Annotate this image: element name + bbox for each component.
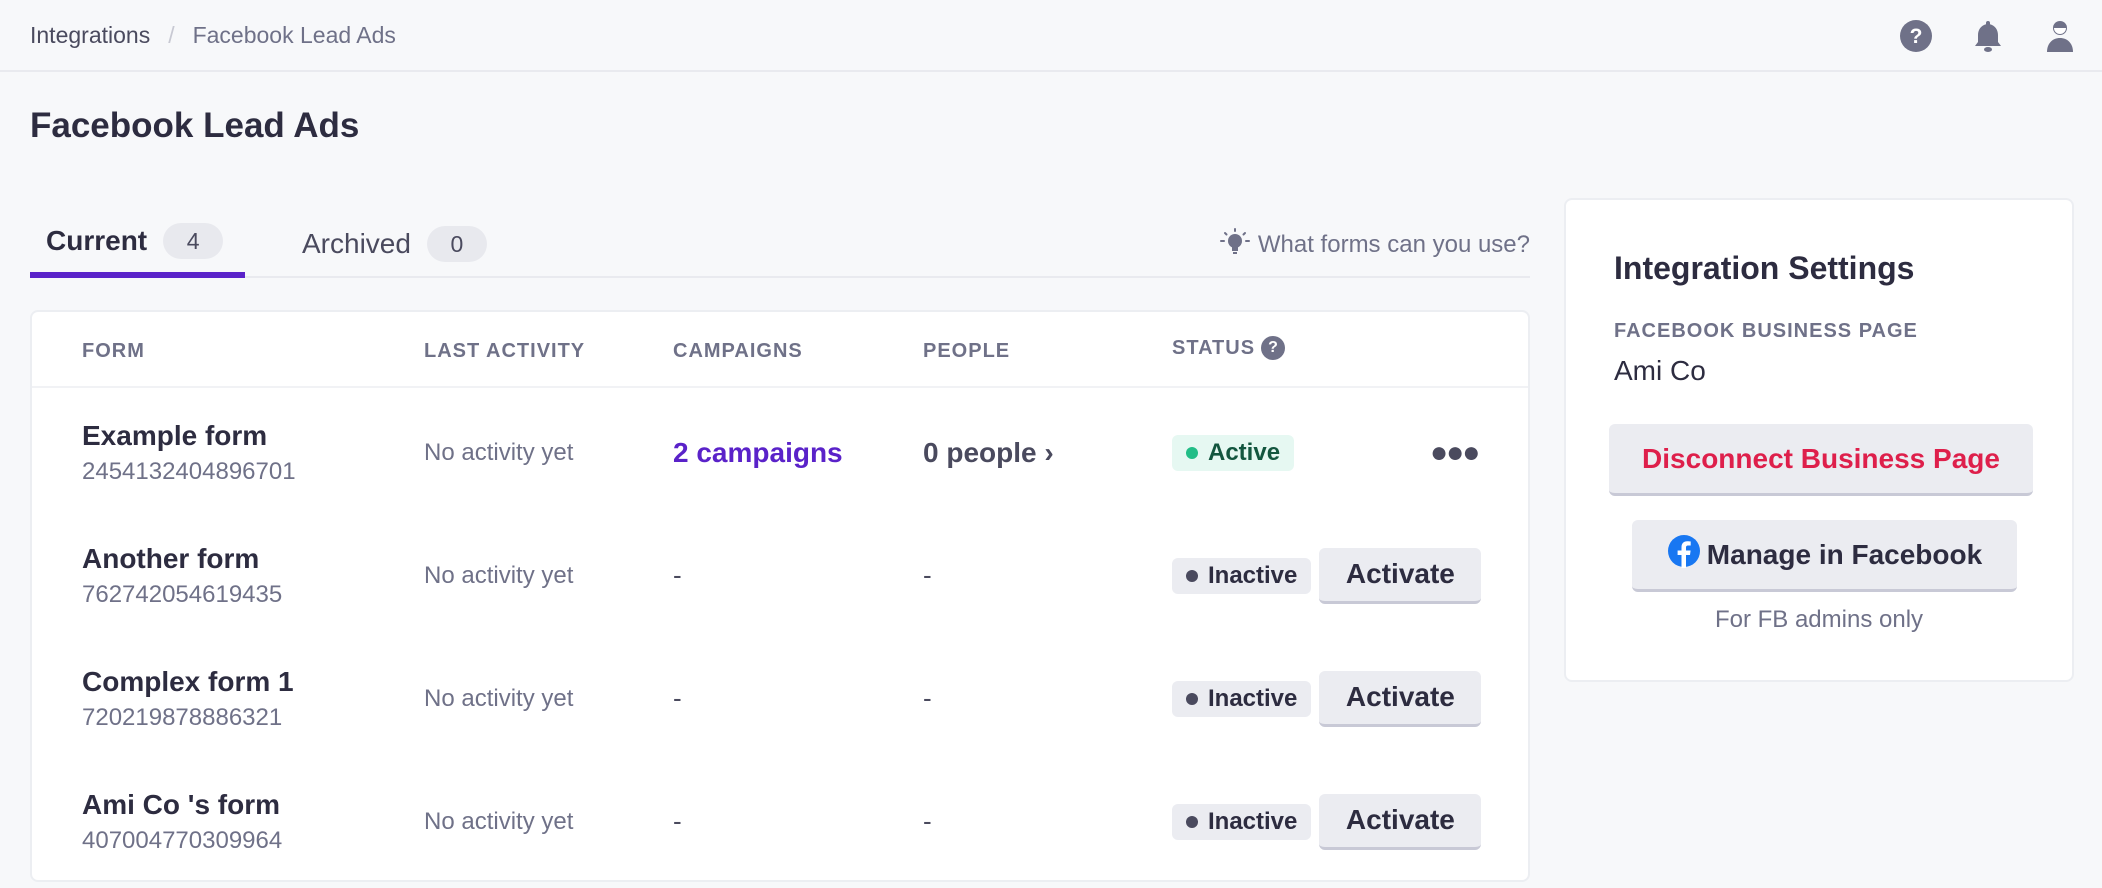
form-cell: Ami Co 's form 407004770309964 xyxy=(82,760,282,883)
activate-button[interactable]: Activate xyxy=(1319,670,1482,727)
people-value: - xyxy=(923,806,932,836)
status-label: Inactive xyxy=(1208,684,1298,712)
breadcrumb: Integrations / Facebook Lead Ads xyxy=(30,22,396,49)
column-header-form: FORM xyxy=(82,340,145,362)
tab-current-label: Current xyxy=(46,225,148,256)
form-name[interactable]: Complex form 1 xyxy=(82,666,294,698)
form-cell: Complex form 1 720219878886321 xyxy=(82,637,294,760)
what-forms-label: What forms can you use? xyxy=(1257,231,1530,258)
page-title: Facebook Lead Ads xyxy=(30,106,360,145)
last-activity: No activity yet xyxy=(424,561,574,589)
forms-table: FORM LAST ACTIVITY CAMPAIGNS PEOPLE STAT… xyxy=(30,310,1530,882)
manage-in-facebook-button[interactable]: Manage in Facebook xyxy=(1632,520,2017,592)
disconnect-business-page-button[interactable]: Disconnect Business Page xyxy=(1609,424,2033,496)
top-bar: Integrations / Facebook Lead Ads ? xyxy=(0,0,2102,72)
last-activity: No activity yet xyxy=(424,684,574,712)
breadcrumb-current: Facebook Lead Ads xyxy=(192,22,396,48)
form-cell: Another form 762742054619435 xyxy=(82,514,282,637)
form-id: 720219878886321 xyxy=(82,703,283,731)
status-badge: Inactive xyxy=(1172,803,1312,840)
campaigns-value: - xyxy=(673,560,682,590)
form-id: 2454132404896701 xyxy=(82,457,296,485)
status-dot xyxy=(1186,446,1198,459)
tab-archived-label: Archived xyxy=(302,228,411,259)
svg-text:?: ? xyxy=(1910,25,1923,48)
breadcrumb-separator: / xyxy=(168,22,175,48)
status-badge: Inactive xyxy=(1172,680,1312,717)
form-id: 407004770309964 xyxy=(82,826,283,854)
form-name[interactable]: Another form xyxy=(82,543,282,575)
manage-in-facebook-label: Manage in Facebook xyxy=(1706,538,1983,570)
people-value: - xyxy=(923,683,932,713)
column-header-status-label: STATUS xyxy=(1172,336,1256,359)
tab-current[interactable]: Current 4 xyxy=(30,210,245,278)
campaigns-value: - xyxy=(673,806,682,836)
bell-icon[interactable] xyxy=(1970,18,2006,54)
column-header-campaigns: CAMPAIGNS xyxy=(673,340,803,362)
status-cell: Inactive Activate xyxy=(1172,760,1482,883)
header-actions: ? xyxy=(1898,18,2078,54)
activate-button[interactable]: Activate xyxy=(1319,547,1482,604)
status-cell: Inactive Activate xyxy=(1172,514,1482,637)
lightbulb-icon xyxy=(1219,227,1250,264)
last-activity: No activity yet xyxy=(424,438,574,466)
campaigns-value: - xyxy=(673,683,682,713)
business-page-label: FACEBOOK BUSINESS PAGE xyxy=(1614,320,1918,342)
status-badge: Active xyxy=(1172,434,1295,471)
form-name[interactable]: Ami Co 's form xyxy=(82,789,282,821)
fb-admins-note: For FB admins only xyxy=(1714,606,1924,633)
status-dot xyxy=(1186,569,1198,582)
status-label: Inactive xyxy=(1208,561,1298,589)
table-row: Another form 762742054619435 No activity… xyxy=(32,514,1528,637)
table-row: Complex form 1 720219878886321 No activi… xyxy=(32,637,1528,760)
table-row: Example form 2454132404896701 No activit… xyxy=(32,391,1528,514)
tab-archived[interactable]: Archived 0 xyxy=(302,210,487,278)
tab-bar: Current 4 Archived 0 What forms can you … xyxy=(30,210,1530,278)
more-options-icon[interactable]: ●●● xyxy=(1430,436,1480,470)
status-label: Inactive xyxy=(1208,807,1298,835)
table-header: FORM LAST ACTIVITY CAMPAIGNS PEOPLE STAT… xyxy=(32,312,1528,388)
tab-current-count: 4 xyxy=(163,223,224,259)
activate-button[interactable]: Activate xyxy=(1319,793,1482,850)
people-link[interactable]: 0 people › xyxy=(923,437,1054,469)
last-activity: No activity yet xyxy=(424,807,574,835)
column-header-last-activity: LAST ACTIVITY xyxy=(424,340,586,362)
business-page-value: Ami Co xyxy=(1614,355,1706,386)
status-cell: Inactive Activate xyxy=(1172,637,1482,760)
breadcrumb-integrations[interactable]: Integrations xyxy=(30,22,150,49)
form-cell: Example form 2454132404896701 xyxy=(82,391,296,514)
status-help-icon[interactable]: ? xyxy=(1261,336,1286,360)
settings-title: Integration Settings xyxy=(1614,250,1915,286)
user-icon[interactable] xyxy=(2042,18,2078,54)
people-value: - xyxy=(923,560,932,590)
status-dot xyxy=(1186,815,1198,828)
status-badge: Inactive xyxy=(1172,557,1312,594)
integration-settings-card: Integration Settings FACEBOOK BUSINESS P… xyxy=(1564,198,2074,682)
tab-archived-count: 0 xyxy=(426,226,487,262)
facebook-icon xyxy=(1667,534,1701,575)
status-label: Active xyxy=(1208,438,1281,466)
form-id: 762742054619435 xyxy=(82,580,283,608)
column-header-people: PEOPLE xyxy=(923,340,1011,362)
column-header-status: STATUS ? xyxy=(1172,336,1286,360)
campaigns-link[interactable]: 2 campaigns xyxy=(673,437,843,469)
table-row: Ami Co 's form 407004770309964 No activi… xyxy=(32,760,1528,883)
status-cell: Active xyxy=(1172,391,1295,514)
status-dot xyxy=(1186,692,1198,705)
what-forms-link[interactable]: What forms can you use? xyxy=(1219,220,1530,270)
form-name[interactable]: Example form xyxy=(82,420,296,452)
help-icon[interactable]: ? xyxy=(1898,18,1934,54)
